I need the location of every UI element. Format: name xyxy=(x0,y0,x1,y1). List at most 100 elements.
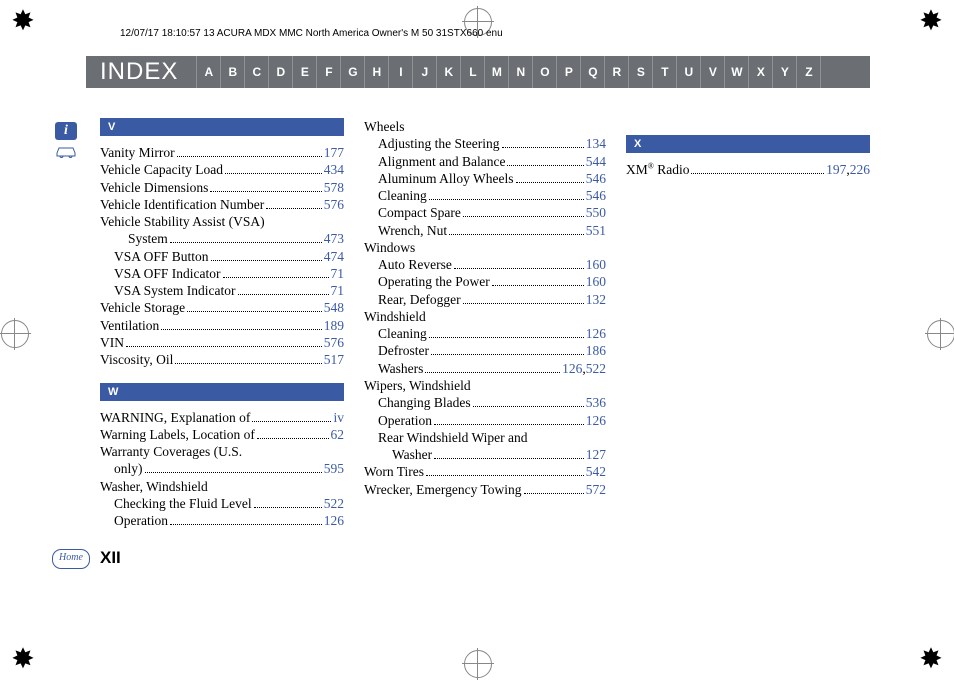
index-entry-label: WARNING, Explanation of xyxy=(100,409,250,426)
index-entry: Adjusting the Steering134 xyxy=(364,135,606,152)
home-button[interactable]: Home xyxy=(52,549,90,569)
index-entry: System473 xyxy=(100,230,344,247)
alpha-link-t[interactable]: T xyxy=(653,56,677,88)
alpha-link-l[interactable]: L xyxy=(461,56,485,88)
index-entry: Defroster186 xyxy=(364,342,606,359)
alpha-link-d[interactable]: D xyxy=(269,56,293,88)
index-page-link[interactable]: 132 xyxy=(586,291,606,308)
index-page-link[interactable]: 551 xyxy=(586,222,606,239)
index-entry-label: VSA OFF Button xyxy=(114,248,209,265)
alpha-link-p[interactable]: P xyxy=(557,56,581,88)
index-page-link[interactable]: 595 xyxy=(324,460,344,477)
index-page-link[interactable]: 160 xyxy=(586,256,606,273)
alpha-link-x[interactable]: X xyxy=(749,56,773,88)
alpha-link-f[interactable]: F xyxy=(317,56,341,88)
index-page-link[interactable]: 71 xyxy=(331,282,345,299)
alpha-link-c[interactable]: C xyxy=(245,56,269,88)
index-column-1: V Vanity Mirror177Vehicle Capacity Load 4… xyxy=(100,118,344,529)
index-entry-label: Cleaning xyxy=(378,325,427,342)
registration-star: ✸ xyxy=(8,646,38,676)
index-page-link[interactable]: 434 xyxy=(324,161,344,178)
registration-mark xyxy=(0,318,29,348)
index-entry: Operation126 xyxy=(100,512,344,529)
index-page-link[interactable]: 473 xyxy=(324,230,344,247)
index-page-link[interactable]: 189 xyxy=(324,317,344,334)
index-entry-label: Operating the Power xyxy=(378,273,490,290)
index-page-link[interactable]: 71 xyxy=(331,265,345,282)
index-page-link[interactable]: 578 xyxy=(324,179,344,196)
index-page-link[interactable]: 126 xyxy=(586,412,606,429)
index-entry-label: VSA OFF Indicator xyxy=(114,265,221,282)
index-entry: Rear, Defogger132 xyxy=(364,291,606,308)
index-page-link[interactable]: 197 xyxy=(826,161,846,178)
index-page-link[interactable]: 160 xyxy=(586,273,606,290)
index-page-link[interactable]: 550 xyxy=(586,204,606,221)
index-page-link[interactable]: 536 xyxy=(586,394,606,411)
alpha-link-g[interactable]: G xyxy=(341,56,365,88)
index-page-link[interactable]: iv xyxy=(333,409,344,426)
index-page-link[interactable]: 576 xyxy=(324,196,344,213)
alpha-link-v[interactable]: V xyxy=(701,56,725,88)
index-entry: Ventilation189 xyxy=(100,317,344,334)
index-page-link[interactable]: 126 xyxy=(562,360,582,377)
alpha-link-w[interactable]: W xyxy=(725,56,749,88)
index-page-link[interactable]: 126 xyxy=(324,512,344,529)
alpha-link-o[interactable]: O xyxy=(533,56,557,88)
section-header-x: X xyxy=(626,135,870,153)
index-entry: Auto Reverse160 xyxy=(364,256,606,273)
index-page-link[interactable]: 544 xyxy=(586,153,606,170)
index-page-link[interactable]: 127 xyxy=(586,446,606,463)
index-page-link[interactable]: 546 xyxy=(586,187,606,204)
index-page-link[interactable]: 62 xyxy=(331,426,345,443)
print-header-meta: 12/07/17 18:10:57 13 ACURA MDX MMC North… xyxy=(120,28,503,39)
alpha-link-y[interactable]: Y xyxy=(773,56,797,88)
alpha-link-z[interactable]: Z xyxy=(797,56,821,88)
index-entry: Wipers, Windshield xyxy=(364,377,606,394)
alpha-link-r[interactable]: R xyxy=(605,56,629,88)
index-entry: Cleaning546 xyxy=(364,187,606,204)
index-entry-label: VIN xyxy=(100,334,124,351)
index-page-link[interactable]: 186 xyxy=(586,342,606,359)
index-page-link[interactable]: 572 xyxy=(586,481,606,498)
car-icon[interactable] xyxy=(55,144,77,158)
index-title: INDEX xyxy=(100,58,178,86)
alpha-link-i[interactable]: I xyxy=(389,56,413,88)
alpha-link-m[interactable]: M xyxy=(485,56,509,88)
index-entry-label: Aluminum Alloy Wheels xyxy=(378,170,514,187)
index-entry-label: Wipers, Windshield xyxy=(364,377,471,394)
alpha-link-a[interactable]: A xyxy=(196,56,221,88)
alpha-link-b[interactable]: B xyxy=(221,56,245,88)
index-page-link[interactable]: 177 xyxy=(324,144,344,161)
index-entry-label: Alignment and Balance xyxy=(378,153,505,170)
index-entry: Changing Blades536 xyxy=(364,394,606,411)
index-entry: Viscosity, Oil517 xyxy=(100,351,344,368)
alpha-link-q[interactable]: Q xyxy=(581,56,605,88)
index-page-link[interactable]: 548 xyxy=(324,299,344,316)
index-page-link[interactable]: 546 xyxy=(586,170,606,187)
alpha-link-s[interactable]: S xyxy=(629,56,653,88)
index-page-link[interactable]: 522 xyxy=(586,360,606,377)
index-page-link[interactable]: 576 xyxy=(324,334,344,351)
alpha-link-e[interactable]: E xyxy=(293,56,317,88)
index-page-link[interactable]: 226 xyxy=(850,161,870,178)
index-entry: Vanity Mirror177 xyxy=(100,144,344,161)
index-column-3: X XM® Radio197, 226 xyxy=(626,118,870,529)
index-entry-label: Vehicle Capacity Load xyxy=(100,161,223,178)
alpha-link-h[interactable]: H xyxy=(365,56,389,88)
index-page-link[interactable]: 134 xyxy=(586,135,606,152)
alpha-link-j[interactable]: J xyxy=(413,56,437,88)
index-entry: Worn Tires542 xyxy=(364,463,606,480)
index-page-link[interactable]: 522 xyxy=(324,495,344,512)
alpha-link-n[interactable]: N xyxy=(509,56,533,88)
index-page-link[interactable]: 474 xyxy=(324,248,344,265)
section-header-v: V xyxy=(100,118,344,136)
alpha-link-k[interactable]: K xyxy=(437,56,461,88)
index-page-link[interactable]: 517 xyxy=(324,351,344,368)
index-page-link[interactable]: 542 xyxy=(586,463,606,480)
index-entry: VSA System Indicator71 xyxy=(100,282,344,299)
index-entry: Washers126, 522 xyxy=(364,360,606,377)
info-icon[interactable]: i xyxy=(55,122,77,140)
index-entry: XM® Radio197, 226 xyxy=(626,161,870,178)
index-page-link[interactable]: 126 xyxy=(586,325,606,342)
alpha-link-u[interactable]: U xyxy=(677,56,701,88)
